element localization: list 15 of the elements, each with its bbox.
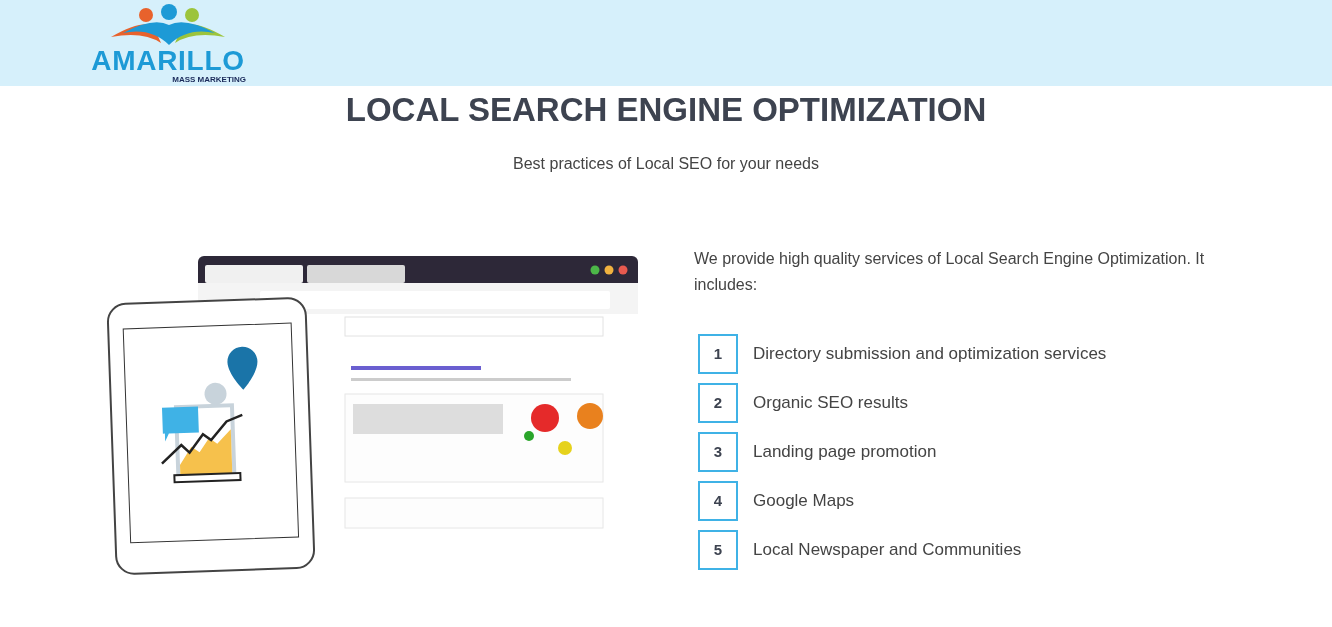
- page-subtitle: Best practices of Local SEO for your needs: [512, 154, 820, 174]
- logo-name: AMARILLO: [91, 47, 245, 75]
- number-badge: 5: [698, 530, 738, 570]
- service-item: Organic SEO results: [753, 392, 908, 415]
- number-badge: 3: [698, 432, 738, 472]
- services-intro: We provide high quality services of Local Search Engine Optimization. It includes:: [694, 249, 1206, 295]
- service-item: Google Maps: [753, 490, 855, 513]
- number-badge: 2: [698, 383, 738, 423]
- number-badge: 1: [698, 334, 738, 374]
- service-item: Local Newspaper and Communities: [753, 539, 1022, 562]
- service-item: Landing page promotion: [753, 441, 937, 464]
- number-badge: 4: [698, 481, 738, 521]
- service-item: Directory submission and optimization services: [753, 343, 1107, 366]
- logo-tagline: MASS MARKETING: [172, 76, 246, 84]
- page-title: LOCAL SEARCH ENGINE OPTIMIZATION: [344, 90, 988, 130]
